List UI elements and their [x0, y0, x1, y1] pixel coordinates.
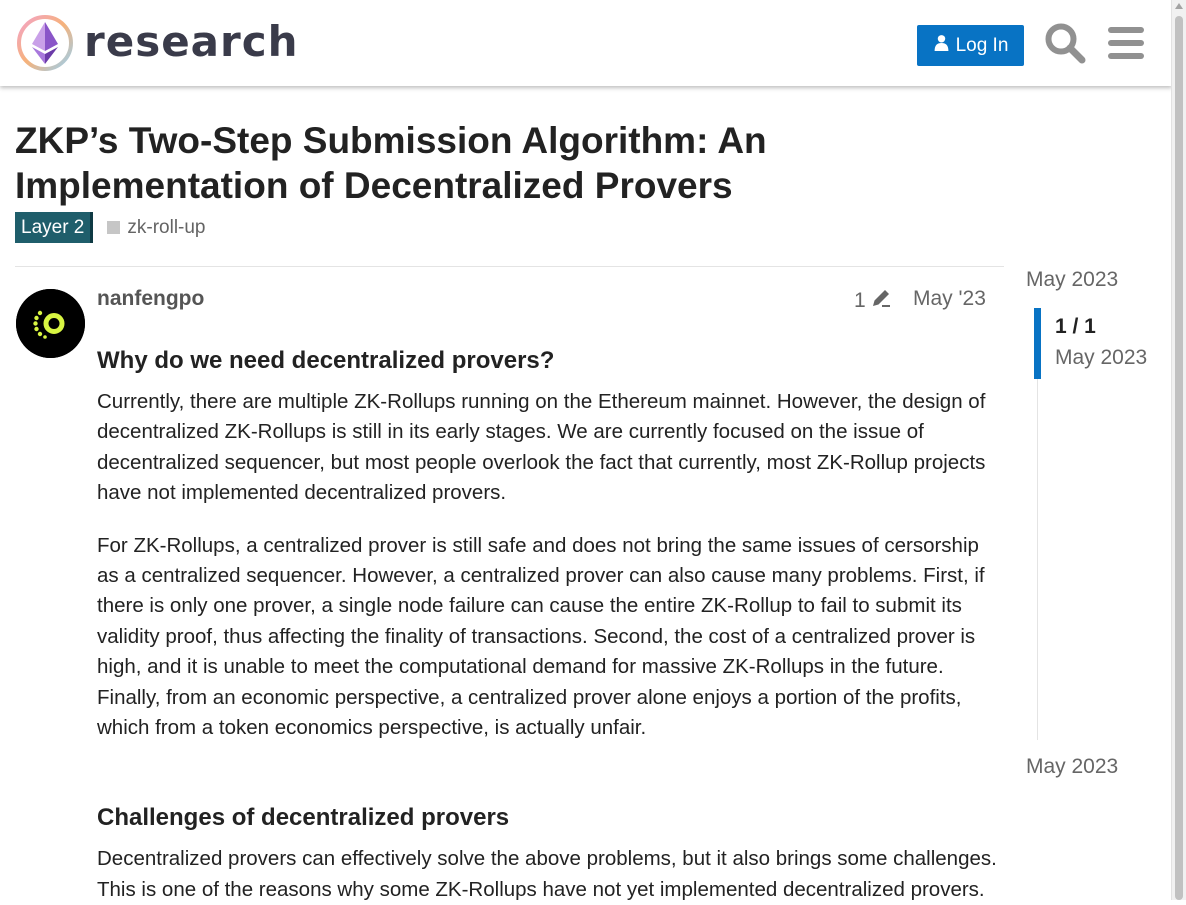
- topic-tags: Layer 2 zk-roll-up: [15, 212, 206, 243]
- timeline-handle[interactable]: [1034, 308, 1041, 379]
- post-paragraph: Currently, there are multiple ZK-Rollups…: [97, 390, 986, 505]
- edit-history[interactable]: 1: [854, 287, 892, 315]
- login-button[interactable]: Log In: [917, 25, 1024, 66]
- login-label: Log In: [955, 34, 1009, 56]
- timeline-start-date[interactable]: May 2023: [1026, 268, 1118, 292]
- post-date[interactable]: May '23: [913, 287, 986, 311]
- tag-item[interactable]: zk-roll-up: [107, 216, 206, 239]
- hamburger-menu-icon[interactable]: [1106, 24, 1146, 62]
- post-divider: [15, 266, 1004, 267]
- timeline-position: 1 / 1: [1055, 315, 1096, 338]
- post-paragraph: Decentralized provers can effectively so…: [97, 847, 997, 901]
- avatar[interactable]: [16, 289, 85, 358]
- user-icon: [933, 34, 950, 57]
- search-icon[interactable]: [1044, 22, 1086, 64]
- pencil-icon: [870, 287, 892, 315]
- scroll-up-arrow-icon[interactable]: [1175, 3, 1183, 9]
- post-username[interactable]: nanfengpo: [97, 287, 204, 311]
- timeline-current-date: May 2023: [1055, 346, 1148, 369]
- topic-title[interactable]: ZKP’s Two-Step Submission Algorithm: An …: [15, 118, 975, 208]
- post-body: Why do we need decentralized provers? Cu…: [97, 338, 997, 905]
- edit-count: 1: [854, 289, 866, 312]
- site-name[interactable]: research: [84, 16, 299, 68]
- research-logo-icon[interactable]: [16, 14, 74, 72]
- category-badge[interactable]: Layer 2: [15, 212, 94, 243]
- site-header: research Log In: [0, 0, 1172, 86]
- tag-square-icon: [107, 221, 121, 234]
- page-scrollbar[interactable]: [1171, 0, 1186, 900]
- post-paragraph: For ZK-Rollups, a centralized prover is …: [97, 533, 985, 740]
- post-heading: Challenges of decentralized provers: [97, 804, 510, 832]
- timeline-end-date[interactable]: May 2023: [1026, 755, 1118, 779]
- post-heading: Why do we need decentralized provers?: [97, 347, 555, 374]
- tag-label: zk-roll-up: [127, 216, 206, 238]
- scroll-thumb[interactable]: [1175, 16, 1183, 900]
